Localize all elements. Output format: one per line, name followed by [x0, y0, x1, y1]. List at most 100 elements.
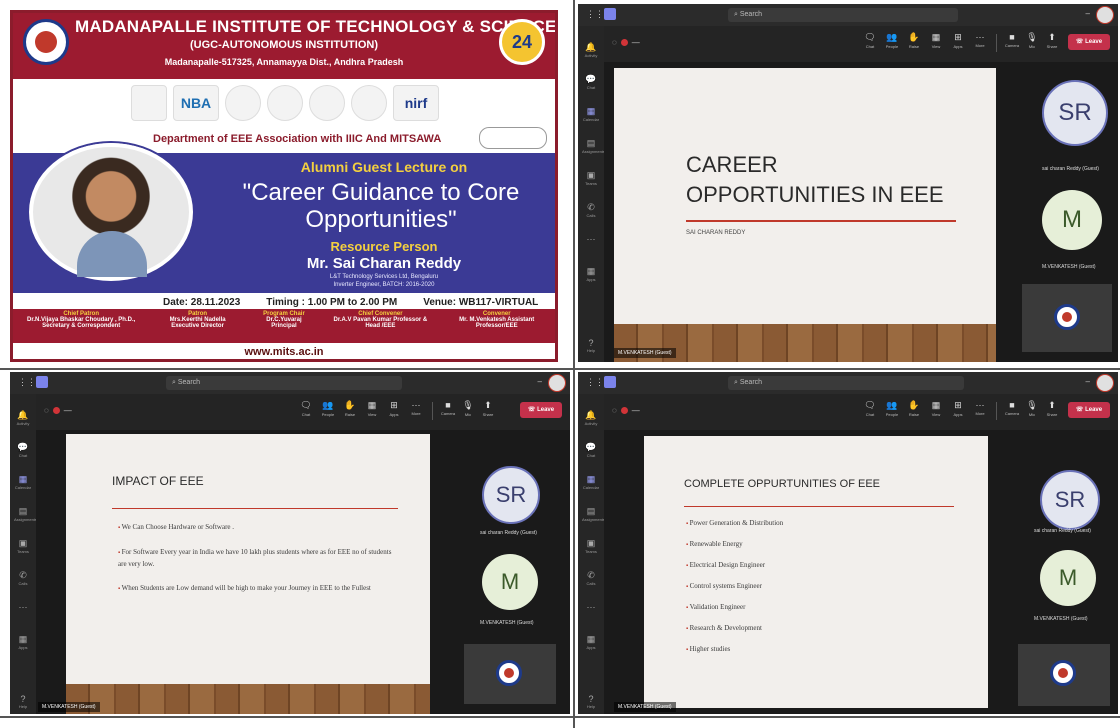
aicte-logo-icon [267, 85, 303, 121]
chat-button[interactable]: 🗨 Chat [862, 400, 878, 417]
resource-name: Mr. Sai Charan Reddy [306, 255, 462, 272]
rail-more[interactable]: ··· [582, 234, 600, 244]
more-label: More [975, 43, 985, 48]
raise-label: Raise [908, 44, 920, 49]
meeting-stage: IMPACT OF EEE We Can Choose Hardware or … [36, 430, 570, 714]
raise-hand-button[interactable]: ✋ Raise [906, 32, 922, 49]
jntua-logo-icon [309, 85, 345, 121]
rail-calendar[interactable]: ▦ Calendar [14, 474, 32, 490]
profile-avatar[interactable] [1096, 374, 1114, 392]
mic-button[interactable]: 🎙 Mic [460, 400, 476, 417]
rail-more[interactable]: ··· [582, 602, 600, 612]
search-placeholder: Search [739, 11, 763, 18]
leave-button[interactable]: ☏ Leave [1068, 402, 1110, 418]
rail-calls[interactable]: ✆ Calls [582, 202, 600, 218]
search-input[interactable]: ⌕ Search [728, 376, 964, 390]
people-button[interactable]: 👥 People [320, 400, 336, 417]
camera-button[interactable]: ■ Camera [1004, 32, 1020, 48]
raise-hand-button[interactable]: ✋ Raise [342, 400, 358, 417]
rail-chat[interactable]: 💬 Chat [14, 442, 32, 458]
view-button[interactable]: ▦ View [364, 400, 380, 417]
grid-icon[interactable]: ⋮⋮ [586, 9, 604, 20]
search-input[interactable]: ⌕ Search [728, 8, 958, 22]
profile-avatar[interactable] [548, 374, 566, 392]
rail-activity[interactable]: 🔔 Activity [582, 42, 600, 58]
rail-more[interactable]: ··· [14, 602, 32, 612]
title-bar: ⋮⋮ ⌕ Search – [578, 372, 1118, 394]
camera-label: Camera [440, 411, 456, 416]
chat-button[interactable]: 🗨 Chat [862, 32, 878, 49]
rail-apps[interactable]: ▦ Apps [582, 266, 600, 282]
rail-label: Teams [585, 549, 597, 554]
rail-help[interactable]: ? Help [14, 694, 32, 709]
apps-button[interactable]: ⊞ Apps [950, 32, 966, 49]
people-button[interactable]: 👥 People [884, 400, 900, 417]
view-button[interactable]: ▦ View [928, 32, 944, 49]
raise-hand-button[interactable]: ✋ Raise [906, 400, 922, 417]
camera-button[interactable]: ■ Camera [440, 400, 456, 416]
participant-avatar-sr[interactable]: SR [1042, 80, 1108, 146]
share-button[interactable]: ⬆ Share [1044, 32, 1060, 49]
share-button[interactable]: ⬆ Share [1044, 400, 1060, 417]
rail-calls[interactable]: ✆ Calls [582, 570, 600, 586]
participant-name-sr: sai charan Reddy (Guest) [1042, 166, 1099, 172]
rail-label: Chat [586, 453, 596, 458]
chat-button[interactable]: 🗨 Chat [298, 400, 314, 417]
rail-activity[interactable]: 🔔 Activity [582, 410, 600, 426]
grid-icon[interactable]: ⋮⋮ [18, 377, 36, 388]
nirf-logo: nirf [393, 85, 439, 121]
rail-calendar[interactable]: ▦ Calendar [582, 474, 600, 490]
rail-assignments[interactable]: ▤ Assignments [582, 138, 605, 154]
camera-button[interactable]: ■ Camera [1004, 400, 1020, 416]
participant-avatar-m[interactable]: M [1042, 190, 1102, 250]
rail-apps[interactable]: ▦ Apps [14, 634, 32, 650]
rail-chat[interactable]: 💬 Chat [582, 74, 600, 90]
more-button[interactable]: ··· More [408, 400, 424, 416]
speaker-photo [29, 143, 193, 281]
rail-calls[interactable]: ✆ Calls [14, 570, 32, 586]
leave-button[interactable]: ☏ Leave [1068, 34, 1110, 50]
rail-activity[interactable]: 🔔 Activity [14, 410, 32, 426]
toolbar-separator [432, 402, 433, 420]
institute-logo-icon [496, 660, 522, 686]
minimize-button[interactable]: – [1086, 377, 1090, 386]
view-button[interactable]: ▦ View [928, 400, 944, 417]
minimize-button[interactable]: – [1086, 9, 1090, 18]
website-link[interactable]: www.mits.ac.in [13, 346, 555, 358]
mic-button[interactable]: 🎙 Mic [1024, 32, 1040, 49]
profile-avatar[interactable] [1096, 6, 1114, 24]
rail-apps[interactable]: ▦ Apps [582, 634, 600, 650]
participant-avatar-m[interactable]: M [1040, 550, 1096, 606]
rail-assignments[interactable]: ▤ Assignments [14, 506, 37, 522]
record-icon [620, 39, 628, 46]
shared-slide: IMPACT OF EEE We Can Choose Hardware or … [66, 434, 430, 714]
search-input[interactable]: ⌕ Search [166, 376, 402, 390]
rail-help[interactable]: ? Help [582, 338, 600, 353]
rail-teams[interactable]: ▣ Teams [582, 538, 600, 554]
camera-label: Camera [1004, 411, 1020, 416]
title-bar: ⋮⋮ ⌕ Search – [578, 4, 1118, 26]
rail-teams[interactable]: ▣ Teams [14, 538, 32, 554]
rail-assignments[interactable]: ▤ Assignments [582, 506, 605, 522]
minimize-button[interactable]: – [538, 377, 542, 386]
people-button[interactable]: 👥 People [884, 32, 900, 49]
apps-button[interactable]: ⊞ Apps [950, 400, 966, 417]
apps-button[interactable]: ⊞ Apps [386, 400, 402, 417]
grid-icon[interactable]: ⋮⋮ [586, 377, 604, 388]
more-button[interactable]: ··· More [972, 400, 988, 416]
participant-avatar-sr[interactable]: SR [482, 466, 540, 524]
view-label: View [367, 412, 377, 417]
nba-logo: NBA [173, 85, 219, 121]
rail-teams[interactable]: ▣ Teams [582, 170, 600, 186]
bullet-item: We Can Choose Hardware or Software . [118, 522, 398, 534]
rail-calendar[interactable]: ▦ Calendar [582, 106, 600, 122]
leave-button[interactable]: ☏ Leave [520, 402, 562, 418]
rail-help[interactable]: ? Help [582, 694, 600, 709]
participant-name-sr: sai charan Reddy (Guest) [1034, 528, 1091, 534]
mic-button[interactable]: 🎙 Mic [1024, 400, 1040, 417]
share-button[interactable]: ⬆ Share [480, 400, 496, 417]
rail-chat[interactable]: 💬 Chat [582, 442, 600, 458]
more-button[interactable]: ··· More [972, 32, 988, 48]
participant-avatar-m[interactable]: M [482, 554, 538, 610]
participant-avatar-sr[interactable]: SR [1040, 470, 1100, 530]
